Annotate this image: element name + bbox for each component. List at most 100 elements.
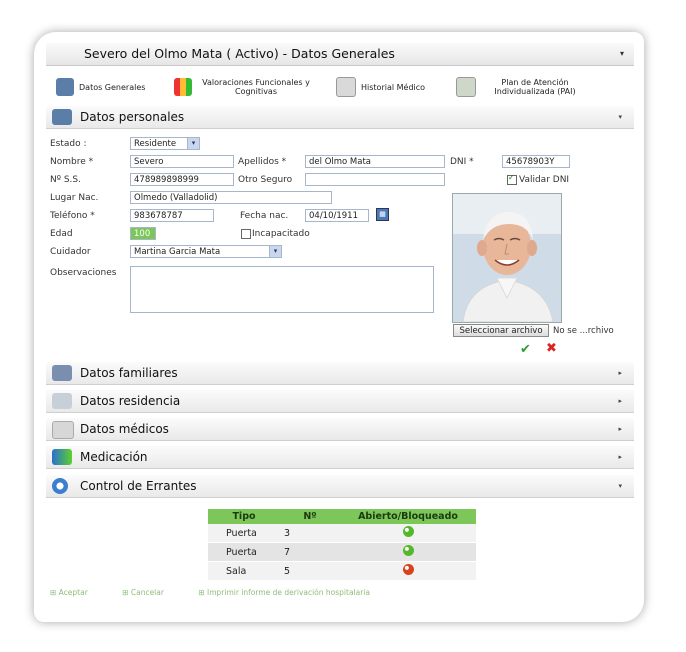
section-title: Datos residencia	[80, 394, 181, 408]
tab-label: Datos Generales	[79, 82, 146, 92]
otro-seguro-label: Otro Seguro	[238, 175, 293, 185]
expand-icon[interactable]: ▸	[618, 453, 622, 461]
validar-dni-checkbox[interactable]: ✓	[507, 173, 517, 185]
patient-photo	[452, 193, 562, 323]
cuidador-value: Martina Garcia Mata	[134, 247, 221, 257]
clipboard-icon	[336, 77, 356, 97]
tracking-icon	[52, 478, 68, 494]
tipo-cell: Puerta	[208, 542, 280, 562]
fecha-label: Fecha nac.	[240, 211, 289, 221]
calendar-icon[interactable]: ▦	[376, 208, 389, 221]
dni-field[interactable]: 45678903Y	[502, 155, 570, 168]
section-title: Medicación	[80, 450, 148, 464]
cancel-x-icon[interactable]: ✖	[546, 341, 557, 356]
print-report-label: Imprimir informe de derivación hospitala…	[207, 588, 370, 597]
tab-valoraciones[interactable]: Valoraciones Funcionales y Cognitivas	[174, 72, 315, 102]
fecha-field[interactable]: 04/10/1911	[305, 209, 369, 222]
validar-dni-label: Validar DNI	[519, 175, 570, 185]
clipboard-icon	[52, 421, 74, 439]
family-icon	[52, 365, 72, 381]
nss-field[interactable]: 478989898999	[130, 173, 234, 186]
nss-label: Nº S.S.	[50, 175, 81, 185]
edad-label: Edad	[50, 229, 73, 239]
edad-field: 100	[130, 227, 156, 240]
section-datos-medicos[interactable]: Datos médicos ▸	[46, 418, 634, 441]
errantes-table: Tipo Nº Abierto/Bloqueado Puerta 3 Puert…	[208, 509, 476, 581]
window-header: Severo del Olmo Mata ( Activo) - Datos G…	[46, 43, 634, 66]
collapse-icon[interactable]: ▾	[618, 482, 622, 490]
section-datos-personales[interactable]: Datos personales ▾	[46, 106, 634, 129]
tab-pai[interactable]: Plan de Atención Individualizada (PAI)	[456, 72, 589, 102]
numero-cell: 5	[280, 561, 340, 581]
collapse-icon[interactable]: ▾	[618, 113, 622, 121]
check-icon: ✓	[508, 173, 515, 182]
estado-value: Residente	[134, 139, 177, 149]
lugar-field[interactable]: Olmedo (Valladolid)	[130, 191, 332, 204]
nombre-field[interactable]: Severo	[130, 155, 234, 168]
tab-bar: Datos Generales Valoraciones Funcionales…	[46, 72, 634, 102]
table-row[interactable]: Puerta 3	[208, 524, 476, 543]
people-icon	[52, 109, 72, 125]
table-row[interactable]: Puerta 7	[208, 542, 476, 562]
tab-label: Historial Médico	[361, 82, 426, 92]
tab-historial-medico[interactable]: Historial Médico	[336, 72, 425, 102]
table-header-row: Tipo Nº Abierto/Bloqueado	[208, 509, 476, 524]
apellidos-field[interactable]: del Olmo Mata	[305, 155, 445, 168]
building-icon	[52, 393, 72, 409]
status-indicator-icon	[402, 526, 414, 537]
document-person-icon	[456, 77, 476, 97]
telefono-field[interactable]: 983678787	[130, 209, 214, 222]
section-title: Datos personales	[80, 110, 185, 124]
footer-actions: ⊞ Aceptar ⊞ Cancelar ⊞ Imprimir informe …	[50, 588, 402, 597]
pills-icon	[52, 449, 72, 465]
expand-icon[interactable]: ▸	[618, 425, 622, 433]
app-window: Severo del Olmo Mata ( Activo) - Datos G…	[34, 32, 644, 622]
expand-icon[interactable]: ▸	[618, 369, 622, 377]
section-medicacion[interactable]: Medicación ▸	[46, 446, 634, 469]
expand-icon[interactable]: ▸	[618, 397, 622, 405]
tipo-cell: Puerta	[208, 524, 280, 543]
observaciones-label: Observaciones	[50, 268, 117, 278]
print-report-link[interactable]: ⊞ Imprimir informe de derivación hospita…	[198, 588, 386, 597]
telefono-label: Teléfono *	[50, 211, 95, 221]
cuidador-select[interactable]: Martina Garcia Mata ▾	[130, 245, 282, 258]
section-control-errantes[interactable]: Control de Errantes ▾	[46, 475, 634, 498]
observaciones-textarea[interactable]	[130, 266, 434, 313]
tab-datos-generales[interactable]: Datos Generales	[56, 72, 145, 102]
status-indicator-icon	[402, 564, 414, 575]
status-cell	[340, 524, 476, 543]
section-datos-residencia[interactable]: Datos residencia ▸	[46, 390, 634, 413]
cancelar-link[interactable]: ⊞ Cancelar	[122, 588, 180, 597]
chevron-down-icon: ▾	[269, 246, 281, 257]
cuidador-label: Cuidador	[50, 247, 91, 257]
status-indicator-icon	[402, 545, 414, 556]
file-status: No se ...rchivo	[553, 326, 614, 336]
people-icon	[56, 78, 74, 96]
section-title: Control de Errantes	[80, 479, 197, 493]
window-title: Severo del Olmo Mata ( Activo) - Datos G…	[84, 46, 395, 61]
bar-chart-icon	[174, 78, 192, 96]
aceptar-label: Aceptar	[58, 588, 88, 597]
confirm-check-icon[interactable]: ✔	[520, 342, 531, 357]
lugar-label: Lugar Nac.	[50, 193, 99, 203]
incapacitado-checkbox[interactable]	[241, 229, 251, 239]
header-collapse-icon[interactable]: ▾	[620, 49, 624, 58]
incapacitado-label: Incapacitado	[252, 229, 310, 239]
tab-label: Valoraciones Funcionales y Cognitivas	[202, 78, 310, 96]
section-title: Datos médicos	[80, 422, 169, 436]
column-header: Tipo	[208, 509, 280, 524]
status-cell	[340, 561, 476, 581]
numero-cell: 7	[280, 542, 340, 562]
column-header: Abierto/Bloqueado	[340, 509, 476, 524]
numero-cell: 3	[280, 524, 340, 543]
aceptar-link[interactable]: ⊞ Aceptar	[50, 588, 104, 597]
otro-seguro-field[interactable]	[305, 173, 445, 186]
select-file-button[interactable]: Seleccionar archivo	[453, 324, 549, 337]
dni-label: DNI *	[450, 157, 474, 167]
estado-select[interactable]: Residente ▾	[130, 137, 200, 150]
section-datos-familiares[interactable]: Datos familiares ▸	[46, 362, 634, 385]
tab-label: Plan de Atención Individualizada (PAI)	[494, 78, 576, 96]
section-title: Datos familiares	[80, 366, 178, 380]
table-row[interactable]: Sala 5	[208, 561, 476, 581]
photo-illustration	[453, 194, 561, 322]
